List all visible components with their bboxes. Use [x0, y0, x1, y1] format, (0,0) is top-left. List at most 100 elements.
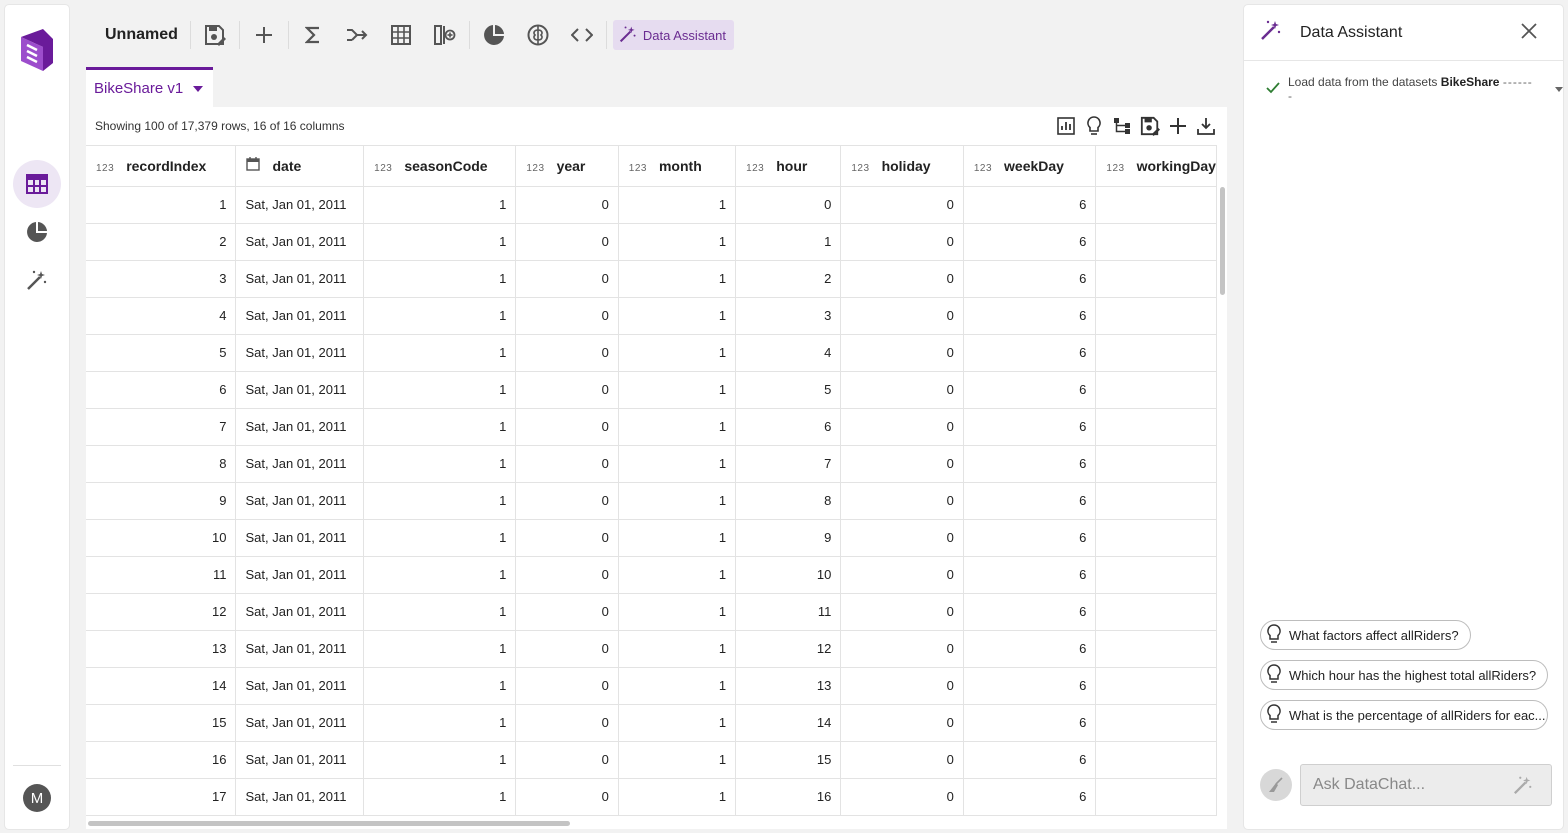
column-header[interactable]: 123 weekDay — [963, 146, 1097, 187]
table-cell[interactable]: 2 — [86, 223, 237, 261]
table-cell[interactable]: 7 — [735, 445, 842, 483]
table-cell[interactable]: 1 — [363, 704, 517, 742]
completed-step[interactable]: Load data from the datasets BikeShare --… — [1266, 75, 1563, 103]
table-cell[interactable]: 6 — [963, 630, 1097, 668]
suggestion-chip[interactable]: What factors affect allRiders? — [1260, 620, 1471, 650]
table-cell[interactable]: 1 — [363, 556, 517, 594]
table-cell[interactable] — [1095, 186, 1217, 224]
table-cell[interactable]: 0 — [515, 482, 619, 520]
table-cell[interactable]: 1 — [363, 445, 517, 483]
table-cell[interactable]: 1 — [618, 408, 737, 446]
table-cell[interactable] — [1095, 630, 1217, 668]
table-cell[interactable]: 6 — [963, 371, 1097, 409]
table-cell[interactable]: 3 — [86, 260, 237, 298]
table-cell[interactable]: 6 — [963, 704, 1097, 742]
table-cell[interactable]: Sat, Jan 01, 2011 — [235, 223, 365, 261]
table-cell[interactable]: 1 — [618, 593, 737, 631]
table-cell[interactable]: 1 — [618, 223, 737, 261]
table-cell[interactable] — [1095, 482, 1217, 520]
table-cell[interactable]: 1 — [363, 334, 517, 372]
table-cell[interactable]: Sat, Jan 01, 2011 — [235, 408, 365, 446]
summary-icon[interactable] — [1055, 115, 1077, 137]
table-cell[interactable]: Sat, Jan 01, 2011 — [235, 741, 365, 779]
table-cell[interactable]: 1 — [363, 593, 517, 631]
table-row[interactable]: 13 Sat, Jan 01, 2011 1 0 1 12 0 6 — [86, 630, 1217, 668]
table-cell[interactable]: 6 — [963, 482, 1097, 520]
table-cell[interactable]: 17 — [86, 778, 237, 816]
table-cell[interactable]: 0 — [840, 186, 964, 224]
table-cell[interactable]: Sat, Jan 01, 2011 — [235, 445, 365, 483]
table-cell[interactable]: 16 — [735, 778, 842, 816]
table-cell[interactable]: Sat, Jan 01, 2011 — [235, 260, 365, 298]
table-cell[interactable]: 6 — [963, 186, 1097, 224]
table-icon[interactable] — [379, 17, 423, 53]
table-cell[interactable]: 9 — [86, 482, 237, 520]
save-dataset-icon[interactable] — [1139, 115, 1161, 137]
table-cell[interactable] — [1095, 741, 1217, 779]
table-cell[interactable]: 11 — [735, 593, 842, 631]
table-cell[interactable]: 6 — [735, 408, 842, 446]
table-cell[interactable]: 8 — [86, 445, 237, 483]
table-cell[interactable]: 0 — [840, 482, 964, 520]
tab-bikeshare[interactable]: BikeShare v1 — [86, 67, 213, 107]
table-row[interactable]: 10 Sat, Jan 01, 2011 1 0 1 9 0 6 — [86, 519, 1217, 557]
table-cell[interactable]: 6 — [963, 445, 1097, 483]
save-icon[interactable] — [193, 17, 237, 53]
table-cell[interactable]: 0 — [840, 371, 964, 409]
add-icon[interactable] — [1167, 115, 1189, 137]
table-cell[interactable] — [1095, 223, 1217, 261]
table-row[interactable]: 15 Sat, Jan 01, 2011 1 0 1 14 0 6 — [86, 704, 1217, 742]
table-cell[interactable]: 1 — [363, 519, 517, 557]
table-cell[interactable]: 6 — [963, 593, 1097, 631]
add-icon[interactable] — [242, 17, 286, 53]
table-cell[interactable]: 15 — [735, 741, 842, 779]
table-cell[interactable]: 0 — [840, 741, 964, 779]
table-cell[interactable]: 1 — [363, 186, 517, 224]
table-cell[interactable]: 14 — [86, 667, 237, 705]
app-logo-icon[interactable] — [17, 23, 57, 75]
table-cell[interactable]: 0 — [515, 778, 619, 816]
table-cell[interactable] — [1095, 334, 1217, 372]
nav-grid-icon[interactable] — [13, 160, 61, 208]
table-cell[interactable]: 9 — [735, 519, 842, 557]
table-cell[interactable]: Sat, Jan 01, 2011 — [235, 630, 365, 668]
table-cell[interactable]: 12 — [735, 630, 842, 668]
caret-down-icon[interactable] — [193, 85, 204, 92]
table-cell[interactable]: 10 — [735, 556, 842, 594]
table-cell[interactable]: Sat, Jan 01, 2011 — [235, 593, 365, 631]
column-header[interactable]: 123 seasonCode — [363, 146, 517, 187]
pie-chart-icon[interactable] — [472, 17, 516, 53]
column-header[interactable]: 123 year — [515, 146, 619, 187]
table-cell[interactable]: 1 — [363, 667, 517, 705]
table-cell[interactable]: 1 — [618, 260, 737, 298]
table-cell[interactable]: 0 — [515, 519, 619, 557]
table-cell[interactable]: 1 — [618, 482, 737, 520]
table-cell[interactable]: 0 — [840, 297, 964, 335]
table-cell[interactable]: 0 — [515, 556, 619, 594]
table-cell[interactable]: 1 — [363, 371, 517, 409]
table-cell[interactable]: 0 — [840, 334, 964, 372]
table-row[interactable]: 5 Sat, Jan 01, 2011 1 0 1 4 0 6 — [86, 334, 1217, 372]
table-cell[interactable]: 5 — [86, 334, 237, 372]
table-cell[interactable]: 10 — [86, 519, 237, 557]
table-cell[interactable]: 6 — [963, 667, 1097, 705]
hierarchy-icon[interactable] — [1111, 115, 1133, 137]
table-row[interactable]: 16 Sat, Jan 01, 2011 1 0 1 15 0 6 — [86, 741, 1217, 779]
table-cell[interactable]: 6 — [963, 556, 1097, 594]
table-cell[interactable]: 0 — [515, 260, 619, 298]
table-cell[interactable]: 13 — [86, 630, 237, 668]
table-cell[interactable]: 3 — [735, 297, 842, 335]
table-cell[interactable]: Sat, Jan 01, 2011 — [235, 297, 365, 335]
table-row[interactable]: 7 Sat, Jan 01, 2011 1 0 1 6 0 6 — [86, 408, 1217, 446]
table-cell[interactable]: 5 — [735, 371, 842, 409]
table-cell[interactable]: Sat, Jan 01, 2011 — [235, 667, 365, 705]
table-cell[interactable]: 0 — [515, 741, 619, 779]
table-cell[interactable]: 1 — [618, 778, 737, 816]
table-cell[interactable]: 0 — [840, 704, 964, 742]
table-cell[interactable]: 0 — [515, 223, 619, 261]
table-cell[interactable]: 0 — [515, 667, 619, 705]
lightbulb-icon[interactable] — [1083, 115, 1105, 137]
table-cell[interactable] — [1095, 297, 1217, 335]
table-cell[interactable]: 0 — [840, 519, 964, 557]
table-cell[interactable]: 0 — [840, 556, 964, 594]
